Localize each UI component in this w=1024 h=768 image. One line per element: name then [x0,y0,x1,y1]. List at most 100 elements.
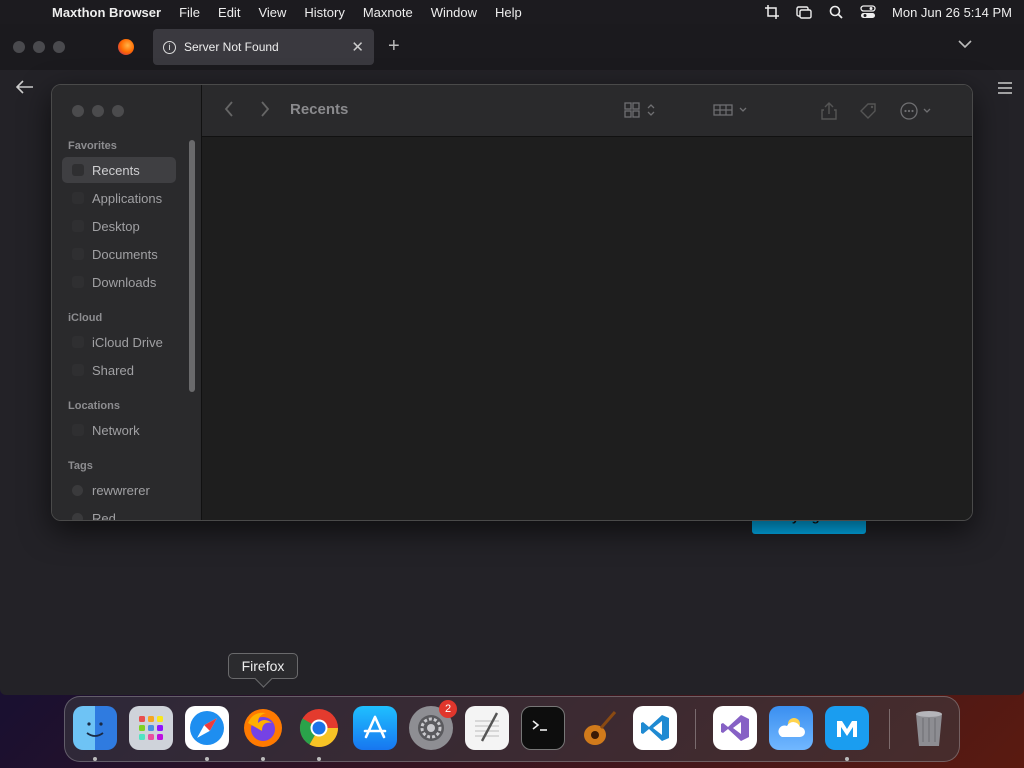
tab-bar: i Server Not Found ✕ + [0,24,1024,70]
tab-title: Server Not Found [184,40,279,54]
weather-icon[interactable] [769,706,813,750]
dock: 2 [64,696,960,762]
sidebar-item-icloud-drive[interactable]: iCloud Drive [62,329,176,355]
applications-icon [72,192,84,204]
notification-badge: 2 [439,700,457,718]
maxthon-icon[interactable] [825,706,869,750]
section-tags: Tags [68,460,93,472]
sidebar-item-label: Network [92,422,140,438]
textedit-icon[interactable] [465,706,509,750]
menu-maxnote[interactable]: Maxnote [363,5,413,20]
menu-history[interactable]: History [304,5,344,20]
finder-zoom-button[interactable] [112,105,124,117]
running-indicator [205,757,209,761]
safari-icon[interactable] [185,706,229,750]
sidebar-item-label: Downloads [92,274,157,290]
menu-window[interactable]: Window [431,5,477,20]
sidebar-item-applications[interactable]: Applications [62,185,176,211]
sidebar-item-network[interactable]: Network [62,417,176,443]
menubar-clock[interactable]: Mon Jun 26 5:14 PM [892,5,1012,20]
tab-server-not-found[interactable]: i Server Not Found ✕ [153,29,374,65]
finder-sidebar: Favorites Recents Applications Desktop D… [52,85,202,520]
chrome-icon[interactable] [297,706,341,750]
app-menu[interactable]: Maxthon Browser [52,5,161,20]
firefox-icon[interactable] [118,39,134,55]
finder-window: Favorites Recents Applications Desktop D… [51,84,973,521]
documents-icon [72,248,84,260]
tag-icon[interactable] [859,102,877,124]
forward-chevron-icon[interactable] [260,101,270,122]
running-indicator [93,757,97,761]
desktop-icon [72,220,84,232]
close-tab-icon[interactable]: ✕ [351,38,364,56]
dock-separator [695,709,696,749]
sidebar-item-label: Documents [92,246,158,262]
sidebar-scrollbar[interactable] [189,140,195,392]
menu-file[interactable]: File [179,5,200,20]
menu-icon[interactable] [998,78,1012,99]
control-center-icon[interactable] [860,5,876,19]
share-icon[interactable] [821,102,837,124]
running-indicator [317,757,321,761]
sidebar-item-documents[interactable]: Documents [62,241,176,267]
dock-separator [889,709,890,749]
sidebar-item-label: rewwrerer [92,482,150,498]
system-settings-icon[interactable]: 2 [409,700,457,750]
menu-bar: Maxthon Browser File Edit View History M… [0,0,1024,24]
close-window-button[interactable] [13,41,25,53]
terminal-icon[interactable] [521,706,565,750]
garageband-icon[interactable] [577,706,621,750]
trash-icon[interactable] [907,706,951,750]
crop-icon[interactable] [764,5,780,19]
spotlight-search-icon[interactable] [828,5,844,19]
info-icon: i [163,40,176,54]
finder-close-button[interactable] [72,105,84,117]
zoom-window-button[interactable] [53,41,65,53]
app-store-icon[interactable] [353,706,397,750]
visual-studio-icon[interactable] [713,706,757,750]
group-by-icon[interactable] [713,102,749,122]
sidebar-item-label: Applications [92,190,163,206]
back-chevron-icon[interactable] [224,101,234,122]
sidebar-item-label: iCloud Drive [92,334,163,350]
tag-dot-icon [72,512,83,520]
menu-edit[interactable]: Edit [218,5,240,20]
section-icloud: iCloud [68,312,103,324]
more-actions-icon[interactable] [900,102,934,124]
section-favorites: Favorites [68,140,117,152]
dock-tooltip: Firefox [228,653,298,679]
browser-window-controls [13,41,65,53]
sidebar-item-tag-rewwrerer[interactable]: rewwrerer [62,477,176,503]
sidebar-item-shared[interactable]: Shared [62,357,176,383]
section-locations: Locations [68,400,120,412]
chevron-down-icon[interactable] [958,36,972,52]
vscode-icon[interactable] [633,706,677,750]
downloads-icon [72,276,84,288]
sidebar-item-tag-red[interactable]: Red [62,505,176,521]
minimize-window-button[interactable] [33,41,45,53]
sidebar-item-recents[interactable]: Recents [62,157,176,183]
network-icon [72,424,84,436]
tag-dot-icon [72,484,83,496]
launchpad-icon[interactable] [129,706,173,750]
screen-mirroring-icon[interactable] [796,5,812,19]
icon-view-grid-icon[interactable] [624,102,658,122]
finder-icon[interactable] [73,706,117,750]
sidebar-item-downloads[interactable]: Downloads [62,269,176,295]
running-indicator [845,757,849,761]
recents-icon [72,164,84,176]
new-tab-button[interactable]: + [388,35,400,58]
sidebar-item-label: Recents [92,162,140,178]
firefox-dock-icon[interactable] [241,706,285,750]
sidebar-item-label: Desktop [92,218,140,234]
sidebar-item-label: Shared [92,362,134,378]
back-arrow-icon[interactable] [15,78,34,99]
finder-toolbar: Recents [202,85,972,137]
icloud-icon [72,336,84,348]
finder-minimize-button[interactable] [92,105,104,117]
sidebar-item-desktop[interactable]: Desktop [62,213,176,239]
sidebar-item-label: Red [92,510,116,521]
menu-view[interactable]: View [258,5,286,20]
menu-help[interactable]: Help [495,5,522,20]
finder-content: Recents [202,85,972,520]
